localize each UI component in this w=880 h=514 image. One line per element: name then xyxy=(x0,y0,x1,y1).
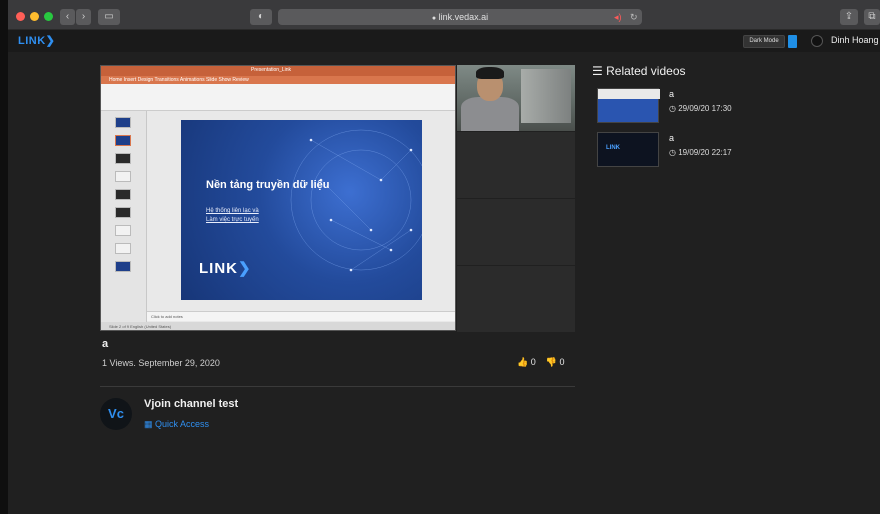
like-count: 0 xyxy=(530,357,536,367)
related-video-item[interactable]: a ◷ 29/09/20 17:30 xyxy=(597,88,837,124)
slide-logo-chevron-icon: ❯ xyxy=(238,260,252,277)
logo-chevron-icon: ❯ xyxy=(45,35,56,47)
quick-access-link[interactable]: ▦ Quick Access xyxy=(144,419,209,430)
camera-tile-empty xyxy=(457,199,575,265)
related-video-thumbnail[interactable]: LINK xyxy=(597,132,659,167)
url-text: link.vedax.ai xyxy=(438,12,489,22)
slide-thumb xyxy=(115,225,131,236)
clock-icon: ◷ xyxy=(669,148,676,157)
thumbnail-ppt-bar xyxy=(598,89,660,99)
related-video-title[interactable]: a xyxy=(669,133,674,143)
presenter-body xyxy=(461,97,519,131)
video-player[interactable]: Presentation_Link Home Insert Design Tra… xyxy=(100,65,456,331)
channel-name[interactable]: Vjoin channel test xyxy=(144,398,238,410)
related-videos-heading: ☰ Related videos xyxy=(592,64,686,78)
browser-toolbar: ‹ › ▭ ◐ ● link.vedax.ai ◂) ↻ ⇪ ⧉ xyxy=(8,0,880,30)
slide-thumb xyxy=(115,189,131,200)
slide-logo: LINK❯ xyxy=(199,259,252,277)
video-meta: 1 Views. September 29, 2020 xyxy=(102,358,220,368)
slide-thumb xyxy=(115,261,131,272)
slide-thumb xyxy=(115,243,131,254)
dark-mode-label: Dark Mode xyxy=(743,35,785,48)
reactions: 👍 0 👎 0 xyxy=(517,357,565,368)
slide-subtitle: Hệ thống liên lạc và Làm việc trực tuyến xyxy=(206,207,259,225)
video-title: a xyxy=(102,338,109,350)
related-video-date: ◷ 19/09/20 22:17 xyxy=(669,148,732,157)
ppt-file-title: Presentation_Link xyxy=(251,67,292,73)
slide-subtitle-line: Hệ thống liên lạc và xyxy=(206,208,259,214)
ppt-titlebar: Presentation_Link xyxy=(101,66,455,76)
site-logo-text: LINK xyxy=(18,35,46,47)
lock-icon: ● xyxy=(431,15,437,22)
site-logo[interactable]: LINK❯ xyxy=(18,34,55,47)
presenter-hair xyxy=(476,67,504,79)
thumbnail-logo-text: LINK xyxy=(606,145,620,151)
back-button[interactable]: ‹ xyxy=(60,9,75,25)
ppt-notes: Click to add notes xyxy=(147,311,455,321)
list-icon: ☰ xyxy=(592,64,603,78)
presenter-camera[interactable] xyxy=(457,65,575,131)
thumbs-down-icon[interactable]: 👎 xyxy=(546,357,557,367)
app-header: LINK❯ Dark Mode Dinh Hoang xyxy=(8,30,880,52)
share-icon[interactable]: ⇪ xyxy=(840,9,858,25)
slide-thumb xyxy=(115,171,131,182)
background-window xyxy=(521,69,571,123)
related-video-thumbnail[interactable] xyxy=(597,88,660,123)
related-video-date-text: 29/09/20 17:30 xyxy=(678,104,732,113)
camera-tile-empty xyxy=(457,266,575,332)
camera-tile-empty xyxy=(457,132,575,198)
quick-access-label: Quick Access xyxy=(155,419,210,429)
browser-window: ‹ › ▭ ◐ ● link.vedax.ai ◂) ↻ ⇪ ⧉ LINK❯ D… xyxy=(8,0,880,514)
tabs-overview-icon[interactable]: ⧉ xyxy=(864,9,880,25)
screen-edge xyxy=(0,0,8,514)
slide-thumb xyxy=(115,153,131,164)
dark-mode-toggle[interactable] xyxy=(788,35,797,48)
ppt-ribbon-tabs: Home Insert Design Transitions Animation… xyxy=(101,76,455,84)
presentation-slide: Nền tảng truyền dữ liệu Hệ thống liên lạ… xyxy=(181,120,422,300)
camera-tiles xyxy=(457,65,575,332)
audio-icon[interactable]: ◂) xyxy=(614,9,622,25)
ppt-slide-thumbnails xyxy=(101,111,147,323)
slide-thumb xyxy=(115,207,131,218)
slide-logo-text: LINK xyxy=(199,260,238,277)
reload-icon[interactable]: ↻ xyxy=(630,9,638,25)
grid-icon: ▦ xyxy=(144,419,153,429)
section-divider xyxy=(100,386,575,387)
minimize-window-button[interactable] xyxy=(30,12,39,21)
related-video-item[interactable]: LINK a ◷ 19/09/20 22:17 xyxy=(597,132,837,168)
user-avatar[interactable] xyxy=(811,35,823,47)
ppt-status-bar: Slide 2 of 9 English (United States) xyxy=(101,322,455,330)
channel-avatar[interactable]: Vc xyxy=(100,398,132,430)
slide-title: Nền tảng truyền dữ liệu xyxy=(206,179,330,191)
forward-button[interactable]: › xyxy=(76,9,91,25)
related-video-date-text: 19/09/20 22:17 xyxy=(678,148,732,157)
clock-icon: ◷ xyxy=(669,104,676,113)
maximize-window-button[interactable] xyxy=(44,12,53,21)
slide-thumb xyxy=(115,117,131,128)
slide-subtitle-line: Làm việc trực tuyến xyxy=(206,217,259,223)
dislike-count: 0 xyxy=(559,357,565,367)
related-video-title[interactable]: a xyxy=(669,89,674,99)
user-name[interactable]: Dinh Hoang xyxy=(831,35,879,45)
address-bar[interactable]: ● link.vedax.ai ◂) ↻ xyxy=(278,9,642,25)
sidebar-toggle-icon[interactable]: ▭ xyxy=(98,9,120,25)
close-window-button[interactable] xyxy=(16,12,25,21)
thumbs-up-icon[interactable]: 👍 xyxy=(517,357,528,367)
privacy-shield-icon[interactable]: ◐ xyxy=(250,9,272,25)
slide-thumb xyxy=(115,135,131,146)
related-video-date: ◷ 29/09/20 17:30 xyxy=(669,104,732,113)
related-heading-text: Related videos xyxy=(606,64,686,78)
ppt-ribbon xyxy=(101,84,455,111)
